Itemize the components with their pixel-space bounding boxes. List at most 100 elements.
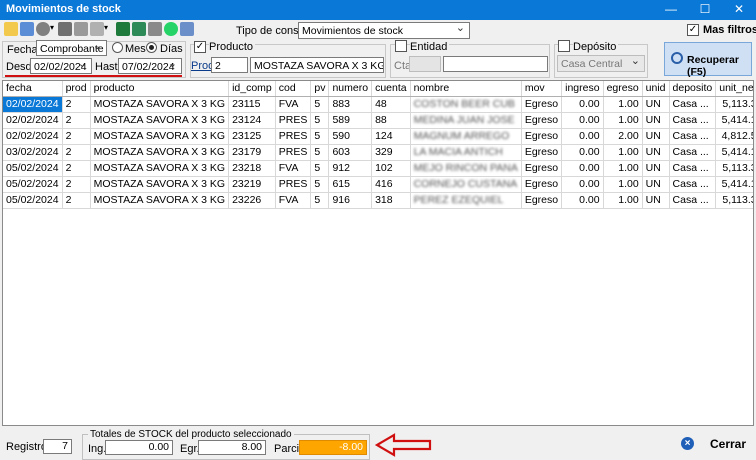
table-cell-deposito[interactable]: Casa ... (669, 192, 717, 209)
table-cell-egreso[interactable]: 1.00 (603, 96, 643, 113)
table-cell-unit-neto[interactable]: 5,414.13 (715, 176, 753, 193)
table-cell-id-comp[interactable]: 23219 (228, 176, 276, 193)
table-cell-producto[interactable]: MOSTAZA SAVORA X 3 KG (90, 144, 230, 161)
table-cell-producto[interactable]: MOSTAZA SAVORA X 3 KG (90, 192, 230, 209)
table-cell-prod[interactable]: 2 (62, 144, 91, 161)
table-cell-cod[interactable]: FVA (275, 160, 312, 177)
table-cell-nombre[interactable]: MAGNUM ARREGO (410, 128, 522, 145)
table-cell-numero[interactable]: 603 (328, 144, 373, 161)
table-cell-pv[interactable]: 5 (310, 112, 330, 129)
table-cell-deposito[interactable]: Casa ... (669, 176, 717, 193)
prod-code-input[interactable]: 2 (211, 57, 248, 73)
table-cell-egreso[interactable]: 1.00 (603, 176, 643, 193)
table-cell-mov[interactable]: Egreso (521, 144, 563, 161)
table-cell-prod[interactable]: 2 (62, 192, 91, 209)
table-cell-unit-neto[interactable]: 5,414.13 (715, 144, 753, 161)
table-cell-deposito[interactable]: Casa ... (669, 112, 717, 129)
table-cell-pv[interactable]: 5 (310, 192, 330, 209)
pdf-icon[interactable] (148, 22, 162, 36)
table-cell-mov[interactable]: Egreso (521, 160, 563, 177)
print-dropdown-icon[interactable]: ▾ (104, 23, 108, 32)
table-cell-deposito[interactable]: Casa ... (669, 144, 717, 161)
table-cell-numero[interactable]: 589 (328, 112, 373, 129)
table-cell-unid[interactable]: UN (642, 144, 670, 161)
table-cell-nombre[interactable]: CORNEJO CUSTANA (410, 176, 522, 193)
table-cell-producto[interactable]: MOSTAZA SAVORA X 3 KG (90, 112, 230, 129)
table-row[interactable]: 02/02/2024 2 MOSTAZA SAVORA X 3 KG 23115 FVA… (3, 96, 753, 113)
movements-grid[interactable]: fecha prod producto id_comp cod pv numer… (2, 80, 754, 426)
fechas-select[interactable]: Comprobante (36, 40, 107, 56)
table-cell-pv[interactable]: 5 (310, 144, 330, 161)
cta-name-input[interactable] (443, 56, 548, 72)
minimize-icon[interactable]: — (654, 0, 688, 20)
edit-icon[interactable] (20, 22, 34, 36)
table-cell-egreso[interactable]: 1.00 (603, 112, 643, 129)
table-cell-deposito[interactable]: Casa ... (669, 160, 717, 177)
table-cell-fecha[interactable]: 05/02/2024 (3, 192, 63, 209)
table-cell-mov[interactable]: Egreso (521, 112, 563, 129)
table-cell-unid[interactable]: UN (642, 96, 670, 113)
mes-radio[interactable] (112, 42, 123, 53)
table-cell-producto[interactable]: MOSTAZA SAVORA X 3 KG (90, 160, 230, 177)
new-icon[interactable] (4, 22, 18, 36)
header-ingreso[interactable]: ingreso (561, 81, 604, 97)
table-cell-ingreso[interactable]: 0.00 (561, 128, 604, 145)
table-cell-cuenta[interactable]: 318 (371, 192, 411, 209)
table-cell-producto[interactable]: MOSTAZA SAVORA X 3 KG (90, 128, 230, 145)
table-cell-cuenta[interactable]: 88 (371, 112, 411, 129)
header-nombre[interactable]: nombre (410, 81, 522, 97)
deposito-checkbox[interactable] (558, 40, 570, 52)
hasta-date-field[interactable]: 07/02/2024 (118, 58, 182, 74)
table-cell-unid[interactable]: UN (642, 112, 670, 129)
table-cell-cod[interactable]: PRES (275, 112, 312, 129)
desde-date-field[interactable]: 02/02/2024 (30, 58, 92, 74)
table-cell-numero[interactable]: 883 (328, 96, 373, 113)
table-cell-ingreso[interactable]: 0.00 (561, 96, 604, 113)
table-cell-prod[interactable]: 2 (62, 160, 91, 177)
table-cell-producto[interactable]: MOSTAZA SAVORA X 3 KG (90, 96, 230, 113)
header-producto[interactable]: producto (90, 81, 230, 97)
copy-icon[interactable] (180, 22, 194, 36)
table-cell-ingreso[interactable]: 0.00 (561, 160, 604, 177)
table-cell-ingreso[interactable]: 0.00 (561, 176, 604, 193)
table-cell-unid[interactable]: UN (642, 160, 670, 177)
cerrar-button[interactable]: Cerrar (710, 437, 746, 451)
table-cell-mov[interactable]: Egreso (521, 96, 563, 113)
table-cell-egreso[interactable]: 1.00 (603, 144, 643, 161)
header-egreso[interactable]: egreso (603, 81, 643, 97)
table-cell-id-comp[interactable]: 23125 (228, 128, 276, 145)
table-cell-fecha[interactable]: 03/02/2024 (3, 144, 63, 161)
recuperar-button[interactable]: Recuperar (F5) (664, 42, 752, 78)
table-cell-unid[interactable]: UN (642, 176, 670, 193)
table-cell-nombre[interactable]: MEJO RINCON PANA (410, 160, 522, 177)
header-cuenta[interactable]: cuenta (371, 81, 411, 97)
table-cell-ingreso[interactable]: 0.00 (561, 192, 604, 209)
table-cell-unit-neto[interactable]: 5,414.13 (715, 112, 753, 129)
table-cell-nombre[interactable]: COSTON BEER CUB (410, 96, 522, 113)
table-cell-fecha[interactable]: 02/02/2024 (3, 96, 63, 113)
table-cell-unid[interactable]: UN (642, 192, 670, 209)
entidad-checkbox[interactable] (395, 40, 407, 52)
table-cell-id-comp[interactable]: 23124 (228, 112, 276, 129)
table-cell-mov[interactable]: Egreso (521, 176, 563, 193)
table-cell-prod[interactable]: 2 (62, 112, 91, 129)
deposito-select[interactable]: Casa Central (557, 55, 645, 72)
table-cell-deposito[interactable]: Casa ... (669, 128, 717, 145)
table-cell-ingreso[interactable]: 0.00 (561, 112, 604, 129)
table-cell-pv[interactable]: 5 (310, 176, 330, 193)
header-prod[interactable]: prod (62, 81, 91, 97)
table-cell-cuenta[interactable]: 124 (371, 128, 411, 145)
mas-filtros-checkbox[interactable]: ✓ (687, 24, 699, 36)
table-cell-fecha[interactable]: 05/02/2024 (3, 160, 63, 177)
header-cod[interactable]: cod (275, 81, 312, 97)
table-cell-id-comp[interactable]: 23115 (228, 96, 276, 113)
table-row[interactable]: 02/02/2024 2 MOSTAZA SAVORA X 3 KG 23125 PRE… (3, 128, 753, 145)
settings-icon[interactable] (36, 22, 50, 36)
header-unid[interactable]: unid (642, 81, 670, 97)
table-row[interactable]: 05/02/2024 2 MOSTAZA SAVORA X 3 KG 23219 PRE… (3, 176, 753, 193)
table-cell-nombre[interactable]: PEREZ EZEQUIEL (410, 192, 522, 209)
header-id-comp[interactable]: id_comp (228, 81, 276, 97)
dias-radio[interactable] (146, 42, 157, 53)
table-cell-id-comp[interactable]: 23226 (228, 192, 276, 209)
table-cell-numero[interactable]: 916 (328, 192, 373, 209)
